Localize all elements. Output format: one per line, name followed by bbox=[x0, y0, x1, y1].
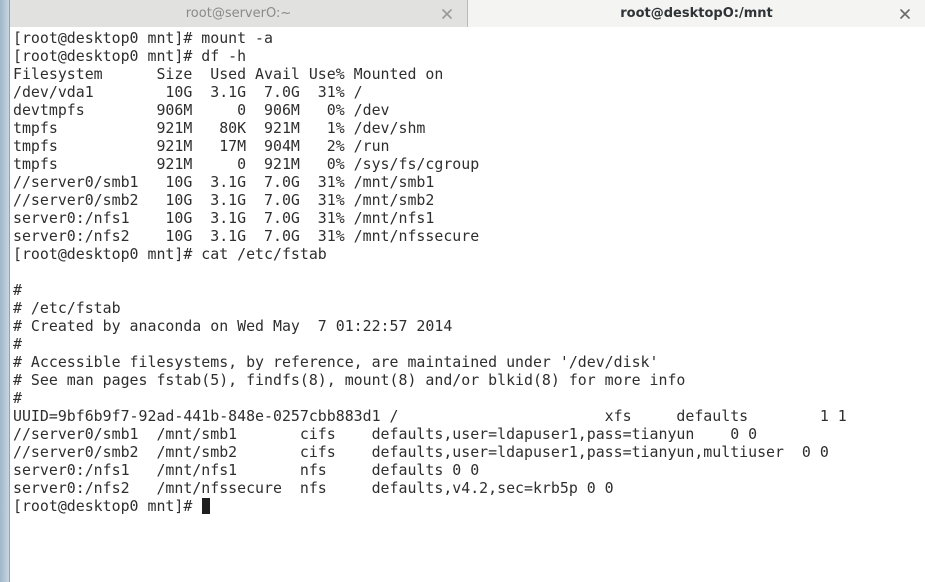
tab-label: root@serverO:~ bbox=[185, 6, 292, 21]
block-cursor bbox=[202, 498, 211, 514]
terminal-line: [root@desktop0 mnt]# mount -a bbox=[13, 29, 273, 47]
tab-desktop0[interactable]: root@desktopO:/mnt bbox=[468, 0, 925, 27]
terminal-line: [root@desktop0 mnt]# df -h bbox=[13, 47, 247, 65]
terminal-line: //server0/smb2 /mnt/smb2 cifs defaults,u… bbox=[13, 443, 829, 461]
terminal-line: /dev/vda1 10G 3.1G 7.0G 31% / bbox=[13, 83, 363, 101]
terminal-line: server0:/nfs2 10G 3.1G 7.0G 31% /mnt/nfs… bbox=[13, 227, 480, 245]
terminal-line: # Accessible filesystems, by reference, … bbox=[13, 353, 659, 371]
tab-server0[interactable]: root@serverO:~ bbox=[10, 0, 468, 27]
terminal-tab-bar: root@serverO:~ root@desktopO:/mnt bbox=[10, 0, 925, 27]
close-icon[interactable] bbox=[899, 8, 911, 20]
shell-prompt: [root@desktop0 mnt]# bbox=[13, 497, 202, 515]
terminal-line: tmpfs 921M 80K 921M 1% /dev/shm bbox=[13, 119, 426, 137]
terminal-line: server0:/nfs2 /mnt/nfssecure nfs default… bbox=[13, 479, 614, 497]
terminal-line: # bbox=[13, 335, 22, 353]
terminal-line: [root@desktop0 mnt]# cat /etc/fstab bbox=[13, 245, 327, 263]
terminal-line: # /etc/fstab bbox=[13, 299, 121, 317]
desktop-edge bbox=[0, 0, 10, 582]
terminal-line: tmpfs 921M 17M 904M 2% /run bbox=[13, 137, 390, 155]
close-icon[interactable] bbox=[441, 8, 453, 20]
terminal-line: Filesystem Size Used Avail Use% Mounted … bbox=[13, 65, 444, 83]
terminal-line: # Created by anaconda on Wed May 7 01:22… bbox=[13, 317, 453, 335]
terminal-line: tmpfs 921M 0 921M 0% /sys/fs/cgroup bbox=[13, 155, 480, 173]
terminal-line: # See man pages fstab(5), findfs(8), mou… bbox=[13, 371, 686, 389]
terminal-line: //server0/smb2 10G 3.1G 7.0G 31% /mnt/sm… bbox=[13, 191, 435, 209]
terminal-line: //server0/smb1 /mnt/smb1 cifs defaults,u… bbox=[13, 425, 758, 443]
tab-label: root@desktopO:/mnt bbox=[620, 6, 773, 21]
terminal-output[interactable]: [root@desktop0 mnt]# mount -a [root@desk… bbox=[10, 27, 925, 582]
terminal-line: # bbox=[13, 281, 22, 299]
terminal-line: //server0/smb1 10G 3.1G 7.0G 31% /mnt/sm… bbox=[13, 173, 435, 191]
terminal-line: # bbox=[13, 389, 22, 407]
terminal-line: devtmpfs 906M 0 906M 0% /dev bbox=[13, 101, 390, 119]
terminal-prompt-line[interactable]: [root@desktop0 mnt]# bbox=[13, 497, 925, 515]
terminal-line: server0:/nfs1 10G 3.1G 7.0G 31% /mnt/nfs… bbox=[13, 209, 435, 227]
terminal-line: server0:/nfs1 /mnt/nfs1 nfs defaults 0 0 bbox=[13, 461, 480, 479]
terminal-line: UUID=9bf6b9f7-92ad-441b-848e-0257cbb883d… bbox=[13, 407, 847, 425]
